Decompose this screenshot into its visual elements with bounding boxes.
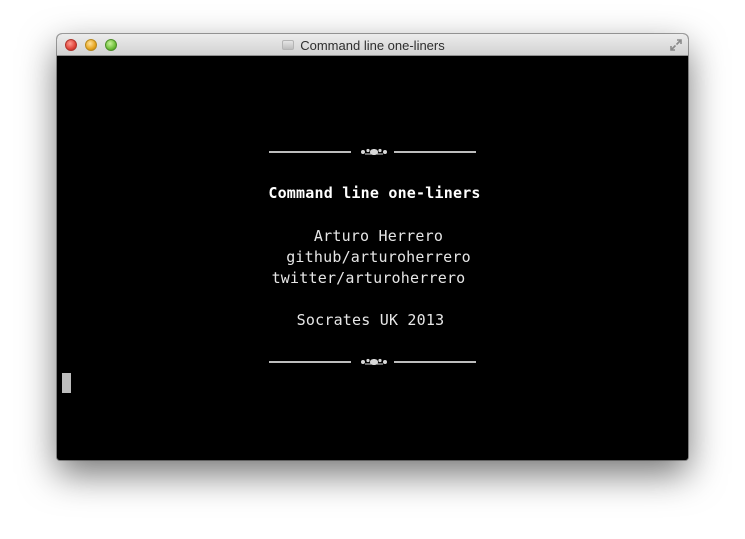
terminal-window: Command line one-liners Command line one… bbox=[57, 34, 688, 460]
fleuron-divider-top bbox=[269, 148, 476, 155]
terminal-content[interactable]: Command line one-liners Arturo Herrero g… bbox=[57, 56, 688, 460]
window-title: Command line one-liners bbox=[300, 37, 445, 53]
slide-title: Command line one-liners bbox=[268, 184, 481, 202]
author-name: Arturo Herrero bbox=[313, 227, 444, 245]
twitter-handle: twitter/arturoherrero bbox=[271, 269, 466, 287]
github-handle: github/arturoherrero bbox=[286, 248, 471, 266]
fleuron-divider-bottom bbox=[269, 358, 476, 365]
window-title-group: Command line one-liners bbox=[57, 34, 688, 56]
title-bar[interactable]: Command line one-liners bbox=[57, 34, 688, 56]
fullscreen-icon[interactable] bbox=[669, 38, 683, 52]
document-proxy-icon[interactable] bbox=[282, 40, 295, 50]
terminal-cursor bbox=[62, 373, 71, 393]
event-name: Socrates UK 2013 bbox=[296, 311, 445, 329]
